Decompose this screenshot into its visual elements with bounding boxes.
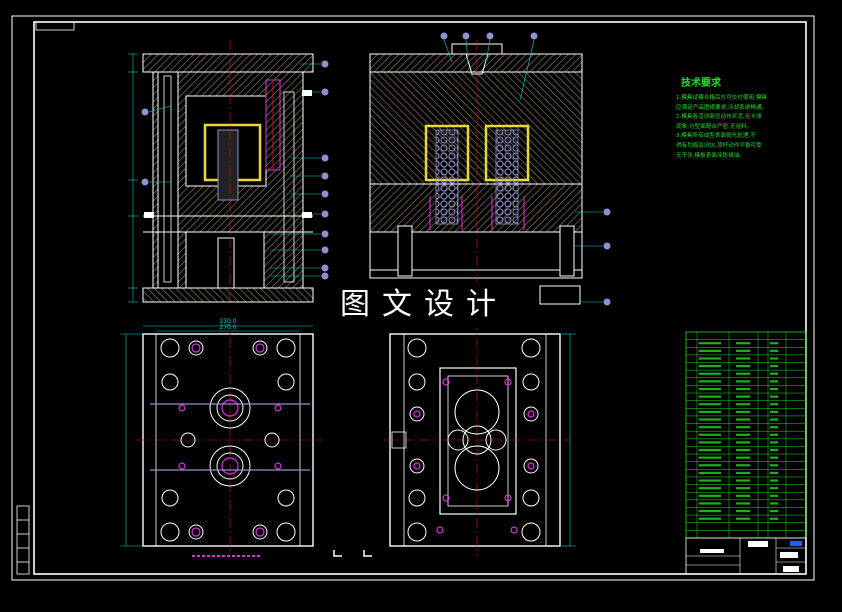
drawing-number-box xyxy=(35,21,75,31)
technical-requirements-notes: 1.模具试模合格后方可交付使用,模具 应满足产品图纸要求,冷却系统畅通。 2.模… xyxy=(676,94,802,161)
table-cell-mark xyxy=(699,410,721,413)
table-cell-mark xyxy=(736,410,750,413)
table-cell-mark xyxy=(699,494,721,497)
table-cell-mark xyxy=(699,395,721,398)
table-cell-mark xyxy=(770,502,778,505)
table-cell-mark xyxy=(736,441,750,444)
table-cell-mark xyxy=(736,349,750,352)
view-marker xyxy=(333,550,372,557)
table-cell-mark xyxy=(770,395,778,398)
table-cell-mark xyxy=(736,380,750,383)
table-cell-mark xyxy=(770,441,778,444)
table-cell-mark xyxy=(736,487,750,490)
table-cell-mark xyxy=(699,357,721,360)
table-cell-mark xyxy=(699,517,721,520)
table-cell-mark xyxy=(770,380,778,383)
table-cell-mark xyxy=(699,509,721,513)
tech-note-line: 无干涉,模板表面涂防锈油。 xyxy=(676,152,745,159)
section-view-right xyxy=(369,32,611,306)
table-cell-mark xyxy=(770,426,778,429)
table-cell-mark xyxy=(699,448,721,452)
table-cell-mark xyxy=(736,509,750,513)
table-cell-mark xyxy=(699,349,721,352)
table-cell-mark xyxy=(699,433,721,436)
table-cell-mark xyxy=(736,433,750,436)
binding-strip xyxy=(16,505,30,575)
table-cell-mark xyxy=(699,372,721,375)
table-cell-mark xyxy=(736,456,750,459)
table-cell-mark xyxy=(736,387,750,391)
plan-view-right xyxy=(384,320,576,556)
table-cell-mark xyxy=(699,365,721,368)
table-cell-mark xyxy=(736,365,750,368)
table-cell-mark xyxy=(770,372,778,375)
table-cell-mark xyxy=(770,410,778,413)
table-cell-mark xyxy=(699,380,721,383)
tech-note-line: 现象,分型面配合严密,无溢料。 xyxy=(676,123,753,130)
table-cell-mark xyxy=(770,487,778,490)
table-cell-mark xyxy=(736,426,750,429)
table-cell-mark xyxy=(770,448,778,452)
technical-requirements-title: 技术要求 xyxy=(681,78,721,89)
table-cell-mark xyxy=(770,342,778,345)
table-cell-mark xyxy=(770,433,778,436)
table-cell-mark xyxy=(770,365,778,368)
table-cell-mark xyxy=(770,456,778,459)
table-cell-mark xyxy=(736,479,750,482)
table-cell-mark xyxy=(736,494,750,497)
table-cell-mark xyxy=(770,464,778,467)
table-cell-mark xyxy=(770,494,778,497)
table-cell-mark xyxy=(699,487,721,490)
table-cell-mark xyxy=(699,426,721,429)
table-cell-mark xyxy=(736,342,750,345)
table-cell-mark xyxy=(736,471,750,475)
table-cell-mark xyxy=(736,372,750,375)
table-cell-mark xyxy=(736,517,750,520)
table-cell-mark xyxy=(736,464,750,467)
table-cell-mark xyxy=(736,395,750,398)
table-cell-mark xyxy=(699,456,721,459)
table-cell-mark xyxy=(736,502,750,505)
table-cell-mark xyxy=(699,387,721,391)
table-cell-mark xyxy=(770,509,778,513)
table-cell-mark xyxy=(699,403,721,406)
table-cell-mark xyxy=(699,471,721,475)
table-cell-mark xyxy=(770,387,778,391)
tech-note-line: 应满足产品图纸要求,冷却系统畅通。 xyxy=(676,104,768,111)
tech-note-line: 3.模具所有成型表面抛光处理,不 xyxy=(676,133,756,140)
section-view-left xyxy=(128,40,329,303)
tech-note-line: 得有划痕及凹坑,顶杆动作平稳可靠 xyxy=(676,142,762,149)
dimension-overall-width-inner: 270.0 xyxy=(219,324,236,331)
table-cell-mark xyxy=(736,448,750,452)
table-cell-mark xyxy=(699,441,721,444)
table-cell-mark xyxy=(770,479,778,482)
tech-note-line: 2.模具各活动部位动作灵活,无卡滞 xyxy=(676,114,762,121)
table-cell-mark xyxy=(699,342,721,345)
table-cell-mark xyxy=(699,502,721,505)
table-cell-mark xyxy=(770,418,778,421)
table-cell-mark xyxy=(770,403,778,406)
table-cell-mark xyxy=(770,517,778,520)
table-cell-mark xyxy=(770,357,778,360)
plan-view-left: 330.0 270.0 xyxy=(120,318,322,557)
watermark-text: 图文设计 xyxy=(322,282,526,328)
table-cell-mark xyxy=(699,479,721,482)
tech-note-line: 1.模具试模合格后方可交付使用,模具 xyxy=(676,95,768,101)
table-cell-mark xyxy=(736,357,750,360)
table-cell-mark xyxy=(699,418,721,421)
table-cell-mark xyxy=(770,471,778,475)
table-cell-mark xyxy=(736,418,750,421)
table-cell-mark xyxy=(770,349,778,352)
parts-list-table xyxy=(685,331,807,539)
title-block xyxy=(685,537,807,575)
table-cell-mark xyxy=(699,464,721,467)
table-cell-mark xyxy=(736,403,750,406)
